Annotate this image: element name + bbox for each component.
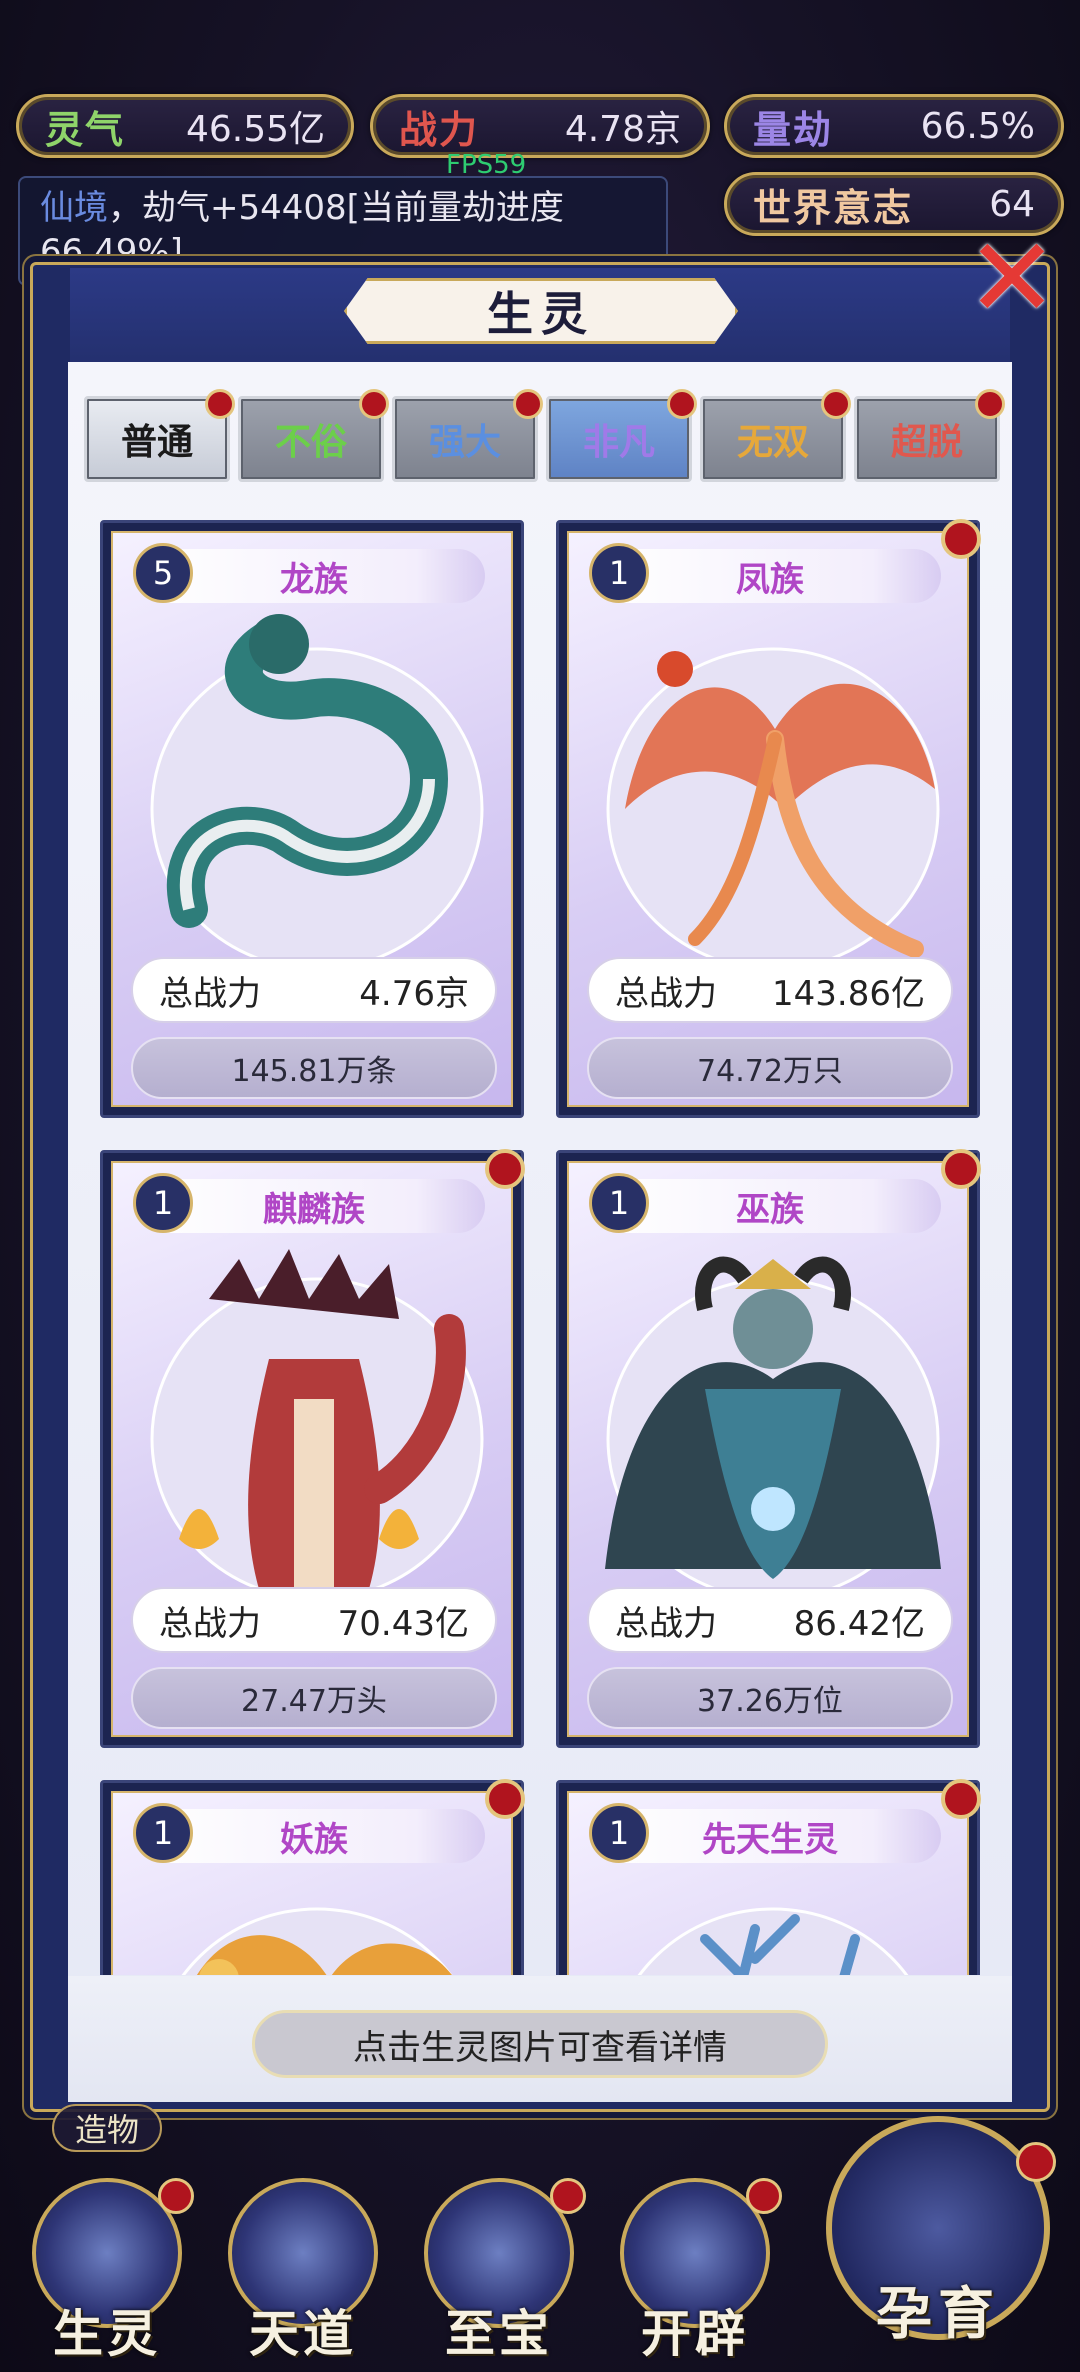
- tab-chaotuo[interactable]: 超脱: [854, 389, 1005, 482]
- close-button[interactable]: ✕: [966, 214, 1058, 342]
- card-name: 先天生灵: [599, 1809, 941, 1863]
- nav-label: 生灵: [53, 2305, 161, 2363]
- xiantian-icon: [637, 1907, 909, 1975]
- card-power: 总战力 4.76京: [131, 957, 497, 1023]
- event-log-highlight: 仙境: [40, 188, 108, 228]
- badge-dot: [821, 389, 851, 419]
- tab-label: 强大: [428, 422, 501, 463]
- card-power-value: 86.42亿: [793, 1603, 925, 1644]
- card-level-badge: 1: [589, 543, 649, 603]
- badge-dot: [941, 1149, 981, 1189]
- card-qilinzu[interactable]: 麒麟族 总战力 70.43亿 27.47万头 1: [100, 1149, 525, 1748]
- card-count: 27.47万头: [131, 1667, 497, 1729]
- card-count: 145.81万条: [131, 1037, 497, 1099]
- stat-zhanli: 战力 4.78京: [370, 94, 710, 158]
- card-power: 总战力 86.42亿: [587, 1587, 953, 1653]
- badge-dot: [941, 1779, 981, 1819]
- tab-busu[interactable]: 不俗: [238, 389, 389, 482]
- card-power-value: 4.76京: [359, 973, 469, 1014]
- badge-dot: [746, 2178, 782, 2214]
- card-level-badge: 1: [133, 1173, 193, 1233]
- badge-dot: [485, 1779, 525, 1819]
- stat-liangjie-value: 66.5%: [920, 105, 1035, 147]
- badge-dot: [359, 389, 389, 419]
- card-wuzu[interactable]: 巫族 总战力 86.42亿 37.26万位 1: [556, 1149, 981, 1748]
- card-power: 总战力 70.43亿: [131, 1587, 497, 1653]
- badge-dot: [158, 2178, 194, 2214]
- card-level-badge: 1: [589, 1173, 649, 1233]
- tab-label: 不俗: [274, 422, 347, 463]
- card-name: 龙族: [143, 549, 485, 603]
- card-fengzu[interactable]: 凤族 总战力 143.86亿 74.72万只 1: [556, 519, 981, 1118]
- tab-qiangda[interactable]: 强大: [392, 389, 543, 482]
- event-log-text: ，劫气+54408[当前量劫进度66.49%]: [40, 188, 564, 272]
- stat-zhanli-value: 4.78京: [564, 109, 681, 150]
- qilin-icon: [150, 1249, 484, 1599]
- tab-label: 无双: [736, 422, 809, 463]
- card-power-label: 总战力: [159, 1603, 261, 1644]
- card-power-label: 总战力: [615, 973, 717, 1014]
- card-power-value: 70.43亿: [337, 1603, 469, 1644]
- card-count: 37.26万位: [587, 1667, 953, 1729]
- close-icon: ✕: [965, 214, 1059, 342]
- stat-lingqi-label: 灵气: [45, 107, 126, 152]
- card-level-badge: 1: [133, 1803, 193, 1863]
- hint-text: 点击生灵图片可查看详情: [252, 2010, 828, 2078]
- card-power-value: 143.86亿: [772, 973, 925, 1014]
- tab-wushuang[interactable]: 无双: [700, 389, 851, 482]
- nav-label: 天道: [249, 2305, 357, 2363]
- wu-icon: [605, 1256, 941, 1599]
- nav-label: 开辟: [641, 2305, 749, 2363]
- card-level-badge: 5: [133, 543, 193, 603]
- card-power-label: 总战力: [159, 973, 261, 1014]
- stat-liangjie-label: 量劫: [753, 107, 834, 152]
- badge-dot: [975, 389, 1005, 419]
- card-level-badge: 1: [589, 1803, 649, 1863]
- stat-zhanli-label: 战力: [399, 107, 480, 152]
- badge-dot: [667, 389, 697, 419]
- stat-shijie-label: 世界意志: [753, 185, 914, 230]
- yao-icon: [181, 1907, 453, 1975]
- tab-label: 超脱: [890, 422, 963, 463]
- card-name: 妖族: [143, 1809, 485, 1863]
- phoenix-icon: [606, 647, 940, 969]
- tab-label: 普通: [120, 422, 193, 463]
- tab-feifan[interactable]: 非凡: [546, 389, 697, 482]
- dragon-icon: [150, 614, 484, 969]
- badge-dot: [513, 389, 543, 419]
- badge-dot: [205, 389, 235, 419]
- hint-area: 点击生灵图片可查看详情: [68, 1976, 1012, 2102]
- card-count: 74.72万只: [587, 1037, 953, 1099]
- card-longzu[interactable]: 龙族 总战力 4.76京 145.81万条 5: [100, 520, 524, 1118]
- nav-label: 孕育: [876, 2282, 1000, 2347]
- badge-dot: [941, 519, 981, 559]
- zaowu-button[interactable]: 造物: [52, 2104, 162, 2152]
- card-power: 总战力 143.86亿: [587, 957, 953, 1023]
- tab-label: 非凡: [582, 422, 655, 463]
- stat-liangjie: 量劫 66.5%: [724, 94, 1064, 158]
- card-name: 巫族: [599, 1179, 941, 1233]
- card-name: 凤族: [599, 549, 941, 603]
- nav-zhibao[interactable]: 至宝: [406, 2172, 592, 2372]
- badge-dot: [1016, 2142, 1056, 2182]
- nav-shengling[interactable]: 生灵: [14, 2172, 200, 2372]
- nav-label: 至宝: [445, 2305, 553, 2363]
- card-power-label: 总战力: [615, 1603, 717, 1644]
- nav-tiandao[interactable]: 天道: [210, 2172, 396, 2372]
- tab-putong[interactable]: 普通: [84, 389, 235, 482]
- card-name: 麒麟族: [143, 1179, 485, 1233]
- badge-dot: [485, 1149, 525, 1189]
- nav-kaipi[interactable]: 开辟: [602, 2172, 788, 2372]
- creature-list[interactable]: 龙族 总战力 4.76京 145.81万条 5 凤族 总战力 143.86亿 7…: [68, 500, 1012, 1975]
- panel-title: 生灵: [344, 278, 738, 344]
- nav-yunyu[interactable]: 孕育: [820, 2116, 1056, 2368]
- stat-lingqi-value: 46.55亿: [185, 109, 325, 150]
- card-xiantian[interactable]: 先天生灵 1: [556, 1779, 981, 1975]
- badge-dot: [550, 2178, 586, 2214]
- card-yaozu[interactable]: 妖族 1: [100, 1779, 525, 1975]
- stat-lingqi: 灵气 46.55亿: [16, 94, 354, 158]
